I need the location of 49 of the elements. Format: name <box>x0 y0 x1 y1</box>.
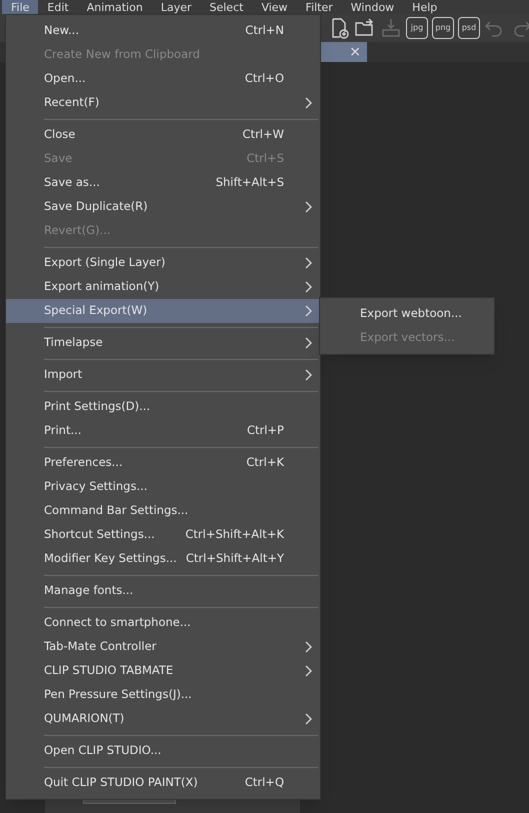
menu-item[interactable]: Print... Ctrl+P <box>6 419 320 443</box>
menu-item[interactable]: Save Duplicate(R) <box>6 195 320 219</box>
menu-item[interactable]: Connect to smartphone... <box>6 611 320 635</box>
file-format-icon[interactable]: png <box>432 17 454 39</box>
menu-item[interactable]: Pen Pressure Settings(J)... <box>6 683 320 707</box>
menu-item[interactable]: Manage fonts... <box>6 579 320 603</box>
menu-bar-item[interactable]: View <box>252 0 297 14</box>
menu-item[interactable]: Close Ctrl+W <box>6 123 320 147</box>
menu-item[interactable]: Quit CLIP STUDIO PAINT(X) Ctrl+Q <box>6 771 320 795</box>
chevron-right-icon <box>305 369 312 381</box>
menu-item[interactable]: New... Ctrl+N <box>6 19 320 43</box>
menu-item[interactable]: Preferences... Ctrl+K <box>6 451 320 475</box>
chevron-right-icon <box>305 641 312 653</box>
menu-item[interactable]: Command Bar Settings... <box>6 499 320 523</box>
menu-item[interactable]: Import <box>6 363 320 387</box>
chevron-right-icon <box>305 201 312 213</box>
menu-item[interactable]: Modifier Key Settings... Ctrl+Shift+Alt+Y <box>6 547 320 571</box>
menu-bar-item[interactable]: Select <box>200 0 252 14</box>
menu-bar-item[interactable]: Layer <box>152 0 200 14</box>
menu-item[interactable]: Tab-Mate Controller <box>6 635 320 659</box>
menu-item[interactable]: Shortcut Settings... Ctrl+Shift+Alt+K <box>6 523 320 547</box>
menu-item[interactable]: CLIP STUDIO TABMATE <box>6 659 320 683</box>
menu-item[interactable]: Recent(F) <box>6 91 320 115</box>
chevron-right-icon <box>305 337 312 349</box>
chevron-right-icon <box>305 305 312 317</box>
menu-item[interactable]: Open... Ctrl+O <box>6 67 320 91</box>
menu-bar-item[interactable]: Edit <box>38 0 78 14</box>
menu-bar-item[interactable]: Animation <box>78 0 152 14</box>
menu-item[interactable]: Timelapse <box>6 331 320 355</box>
menu-bar-item[interactable]: Window <box>342 0 404 14</box>
menu-item[interactable]: Export animation(Y) <box>6 275 320 299</box>
file-format-icon[interactable]: psd <box>458 17 480 39</box>
chevron-right-icon <box>305 97 312 109</box>
chevron-right-icon <box>305 665 312 677</box>
menu-bar-item[interactable]: Filter <box>296 0 342 14</box>
chevron-right-icon <box>305 257 312 269</box>
menu-item[interactable]: Export (Single Layer) <box>6 251 320 275</box>
chevron-right-icon <box>305 281 312 293</box>
menu-item[interactable]: Save as... Shift+Alt+S <box>6 171 320 195</box>
menu-item[interactable]: Special Export(W) <box>6 299 320 323</box>
menu-item[interactable]: QUMARION(T) <box>6 707 320 731</box>
menu-bar-item[interactable]: File <box>2 0 38 14</box>
chevron-right-icon <box>305 713 312 725</box>
menu-bar-item[interactable]: Help <box>403 0 446 14</box>
menu-item[interactable]: Privacy Settings... <box>6 475 320 499</box>
menu-item[interactable]: Print Settings(D)... <box>6 395 320 419</box>
menu-item[interactable]: Open CLIP STUDIO... <box>6 739 320 763</box>
menu-item[interactable]: Export webtoon... <box>320 302 494 326</box>
file-format-icon[interactable]: jpg <box>406 17 428 39</box>
